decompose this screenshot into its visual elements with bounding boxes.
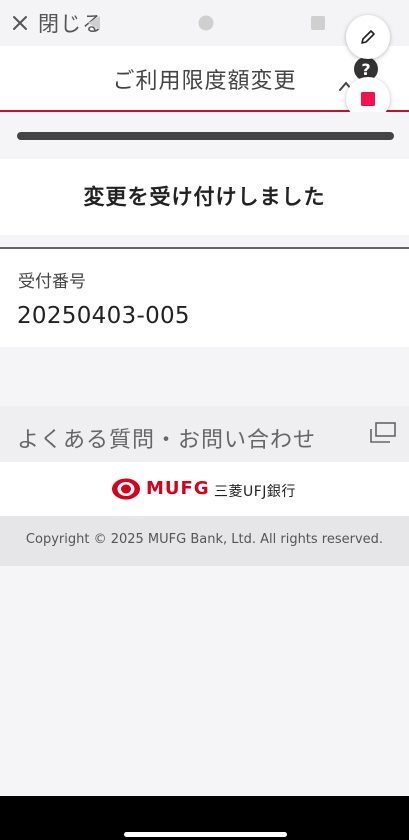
copyright-row: Copyright © 2025 MUFG Bank, Ltd. All rig… bbox=[0, 516, 409, 566]
receipt-number-value: 20250403-005 bbox=[17, 303, 190, 329]
recents-square-icon[interactable] bbox=[311, 16, 325, 30]
mufg-logo-text: MUFG bbox=[146, 478, 210, 499]
edit-button[interactable] bbox=[346, 15, 390, 59]
pencil-icon bbox=[361, 30, 375, 44]
progress-bar bbox=[17, 132, 394, 140]
bank-name: 三菱UFJ銀行 bbox=[214, 484, 296, 500]
receipt-card: 受付番号 20250403-005 bbox=[0, 249, 409, 347]
completion-card: 変更を受け付けしました bbox=[0, 159, 409, 235]
faq-label[interactable]: よくある質問・お問い合わせ bbox=[17, 422, 316, 454]
home-circle-icon[interactable] bbox=[198, 15, 214, 31]
receipt-number-label: 受付番号 bbox=[18, 272, 86, 292]
mufg-logo-icon bbox=[112, 478, 140, 500]
back-triangle-icon[interactable] bbox=[86, 15, 102, 31]
close-icon[interactable] bbox=[10, 13, 30, 33]
progress-band bbox=[0, 112, 409, 159]
completion-message: 変更を受け付けしました bbox=[83, 185, 326, 209]
faq-link[interactable]: よくある質問・お問い合わせ bbox=[0, 406, 409, 462]
page: 閉じる ご利用限度額変更 ? 変更を受け付けしました 受付番号 20250403… bbox=[0, 0, 409, 840]
stop-icon bbox=[361, 92, 375, 106]
copyright-text: Copyright © 2025 MUFG Bank, Ltd. All rig… bbox=[25, 532, 384, 547]
external-link-icon[interactable] bbox=[370, 422, 396, 444]
gesture-pill[interactable] bbox=[124, 832, 287, 837]
